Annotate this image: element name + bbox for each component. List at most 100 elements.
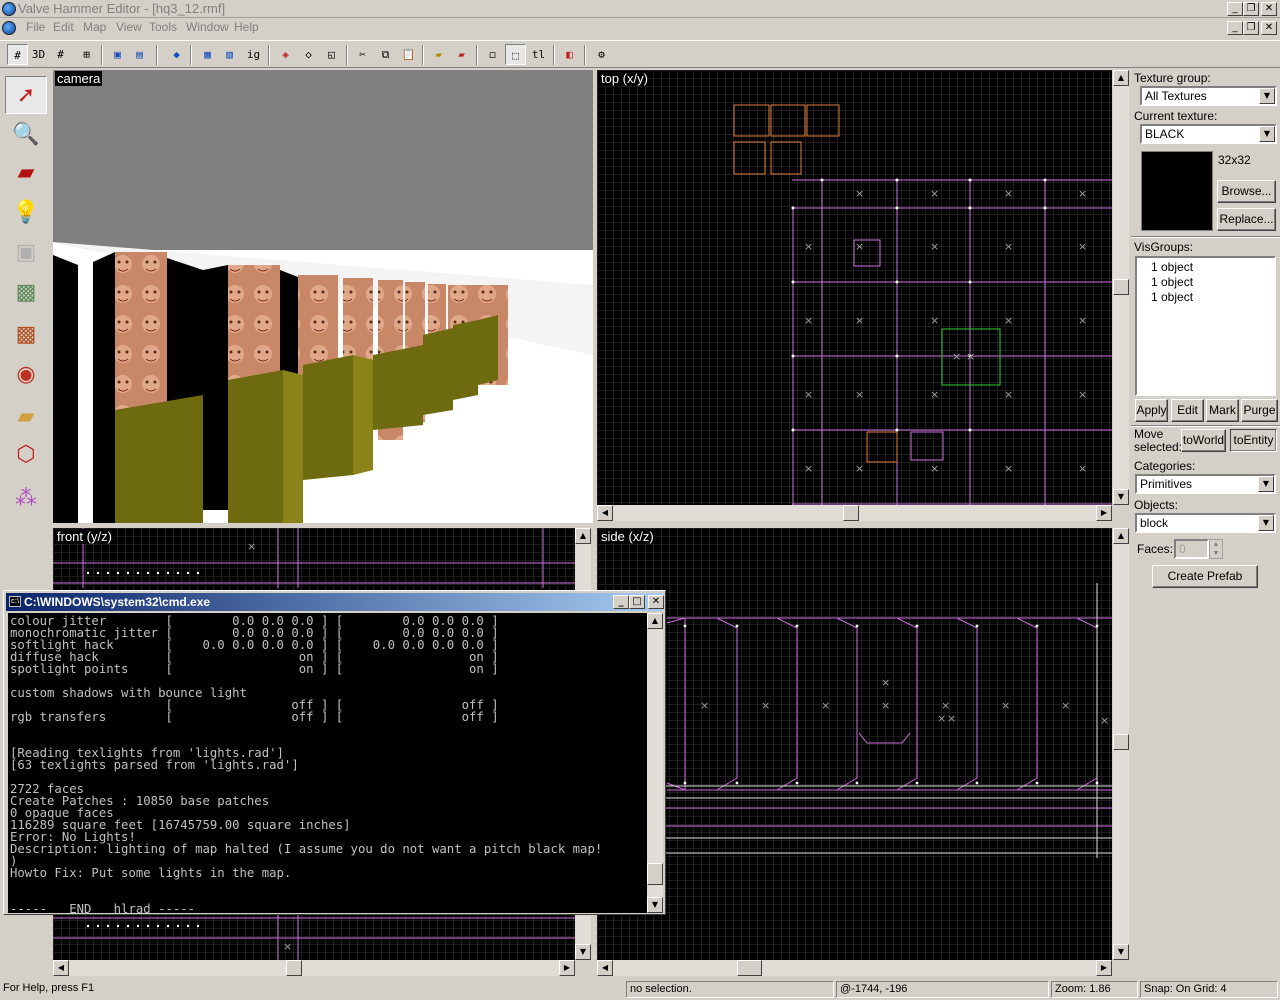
svg-text:×: × [855,388,864,401]
svg-text:×: × [881,699,890,712]
current-texture-select[interactable]: BLACK ▼ [1140,124,1277,144]
carve-icon[interactable]: ◆ [166,44,187,65]
svg-text:×: × [930,388,939,401]
hide-selected-icon[interactable]: ▦ [197,44,218,65]
mark-button[interactable]: Mark [1206,399,1239,422]
hide-unselected-icon[interactable]: ▧ [219,44,240,65]
objects-select[interactable]: block ▼ [1135,513,1276,533]
replace-button[interactable]: Replace... [1217,208,1276,231]
menu-window[interactable]: Window [186,20,229,34]
vertex-tool-icon[interactable]: ⬡ [5,436,47,474]
smaller-grid-icon[interactable]: # [50,44,71,65]
run-map-icon[interactable]: ◧ [559,44,580,65]
decal-icon[interactable]: ▰ [451,44,472,65]
cmd-title-bar[interactable]: c:\ C:\WINDOWS\system32\cmd.exe _ □ ✕ [6,593,664,611]
texture-group-select[interactable]: All Textures ▼ [1140,86,1277,106]
visgroup-item[interactable]: 1 object [1151,275,1193,289]
side-view-geometry: × × × × ×× × × × × × [597,583,1112,858]
status-snap: Snap: On Grid: 4 [1140,981,1278,998]
texture-application-icon[interactable]: ▩ [5,274,47,312]
main-toolbar: # 3D # ⊞ ▣ ▤ ◆ ▦ ▧ ig ◈ ◇ ◱ ✂ ⧉ 📋 ▰ ▰ ◻ … [0,40,1280,68]
apply-texture-icon[interactable]: ▩ [5,316,47,354]
svg-text:×: × [930,187,939,200]
select-by-handles-icon[interactable]: ⬚ [505,44,526,65]
paste-icon[interactable]: 📋 [398,44,419,65]
apply-button[interactable]: Apply [1135,399,1168,422]
3d-grid-icon[interactable]: 3D [28,44,49,65]
side-viewport-label: side (x/z) [599,529,656,544]
top-viewport[interactable]: × × × × × × × × × × × × × × × × × × × × × × × × × × top (x/y… [597,70,1112,505]
categories-select[interactable]: Primitives ▼ [1135,474,1276,494]
vertex-icon[interactable]: ◇ [298,44,319,65]
cmd-close-icon[interactable]: ✕ [648,595,664,609]
status-coordinates: @-1744, -196 [836,981,1049,998]
create-prefab-button[interactable]: Create Prefab [1152,565,1258,588]
svg-text:×: × [1078,240,1087,253]
magnify-tool-icon[interactable]: 🔍 [5,116,47,154]
close-icon[interactable]: ✕ [1261,2,1277,16]
cmd-icon: c:\ [9,596,21,607]
texture-lock-icon[interactable]: ◈ [275,44,296,65]
cmd-maximize-icon[interactable]: □ [629,595,645,609]
camera-tool-icon[interactable]: ▰ [5,154,47,192]
toggle-texture-icon[interactable]: ▰ [428,44,449,65]
edit-button[interactable]: Edit [1171,399,1204,422]
entity-tool-icon[interactable]: 💡 [5,194,47,232]
menu-edit[interactable]: Edit [53,20,74,34]
cmd-scrollbar[interactable]: ▲ ▼ [647,613,663,913]
visgroup-item[interactable]: 1 object [1151,260,1193,274]
selection-box-icon[interactable]: ◻ [482,44,503,65]
block-tool-icon[interactable]: ▣ [5,234,47,272]
purge-button[interactable]: Purge [1241,399,1278,422]
child-minimize-icon[interactable]: _ [1227,21,1243,35]
menu-help[interactable]: Help [234,20,259,34]
cmd-minimize-icon[interactable]: _ [613,595,629,609]
menu-view[interactable]: View [116,20,142,34]
svg-text:×: × [947,712,956,725]
front-horizontal-scrollbar[interactable]: ◀ ▶ [53,960,575,976]
larger-grid-icon[interactable]: ⊞ [76,44,97,65]
svg-text:×: × [855,240,864,253]
group-icon[interactable]: ▣ [107,44,128,65]
path-tool-icon[interactable]: ⁂ [5,480,47,518]
grid-toggle-icon[interactable]: # [7,44,28,65]
selection-tool-icon[interactable]: ➚ [5,76,47,114]
visgroups-list[interactable]: 1 object 1 object 1 object [1135,256,1276,396]
top-vertical-scrollbar[interactable]: ▲ ▼ [1113,70,1129,505]
cmd-window[interactable]: c:\ C:\WINDOWS\system32\cmd.exe _ □ ✕ co… [3,590,666,915]
visgroup-item[interactable]: 1 object [1151,290,1193,304]
svg-text:×: × [855,462,864,475]
child-restore-icon[interactable]: ❐ [1243,21,1259,35]
minimize-icon[interactable]: _ [1227,2,1243,16]
faces-spinner-icon[interactable]: ▲ ▼ [1209,539,1223,559]
tl-icon[interactable]: tl [528,44,549,65]
svg-text:×: × [930,462,939,475]
cut-icon[interactable]: ✂ [352,44,373,65]
ignore-groups-icon[interactable]: ig [243,44,264,65]
ungroup-icon[interactable]: ▤ [129,44,150,65]
to-world-button[interactable]: toWorld [1181,429,1226,452]
texture-preview [1141,151,1213,231]
visgroups-label: VisGroups: [1134,240,1194,254]
menu-tools[interactable]: Tools [149,20,177,34]
camera-viewport[interactable]: camera [53,70,593,523]
decal-tool-icon[interactable]: ◉ [5,356,47,394]
maximize-icon[interactable]: ❐ [1243,2,1259,16]
clipping-tool-icon[interactable]: ▰ [5,398,47,436]
status-bar: For Help, press F1 no selection. @-1744,… [0,979,1280,1000]
options-icon[interactable]: ⚙ [591,44,612,65]
side-horizontal-scrollbar[interactable]: ◀ ▶ [597,960,1112,976]
top-horizontal-scrollbar[interactable]: ◀ ▶ [597,505,1112,521]
menu-file[interactable]: File [26,20,45,34]
clip-icon[interactable]: ◱ [321,44,342,65]
document-icon[interactable] [2,21,16,35]
faces-input[interactable]: 0 [1174,539,1209,559]
menu-map[interactable]: Map [83,20,106,34]
side-vertical-scrollbar[interactable]: ▲ ▼ [1113,528,1129,960]
child-close-icon[interactable]: ✕ [1261,21,1277,35]
svg-text:×: × [804,240,813,253]
browse-button[interactable]: Browse... [1217,180,1276,203]
side-viewport[interactable]: × × × × × × × × × × × side (x/z) [597,528,1112,960]
copy-icon[interactable]: ⧉ [375,44,396,65]
to-entity-button[interactable]: toEntity [1230,429,1277,452]
